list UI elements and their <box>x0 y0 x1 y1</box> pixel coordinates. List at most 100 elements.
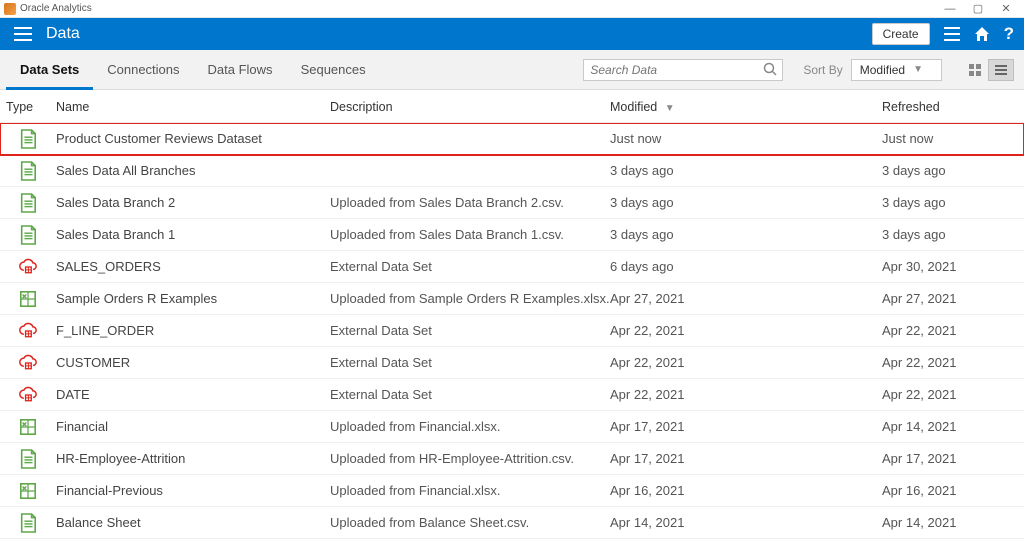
window-maximize-button[interactable]: ▢ <box>964 2 992 15</box>
row-name: Sample Orders R Examples <box>56 291 330 306</box>
row-modified: Apr 22, 2021 <box>610 387 882 402</box>
row-description: External Data Set <box>330 323 610 338</box>
table-row[interactable]: F_LINE_ORDERExternal Data SetApr 22, 202… <box>0 315 1024 347</box>
row-modified: 3 days ago <box>610 163 882 178</box>
row-refreshed: 3 days ago <box>882 227 1016 242</box>
help-icon[interactable]: ? <box>1004 24 1014 44</box>
row-refreshed: Just now <box>882 131 1016 146</box>
column-header-row: Type Name Description Modified ▼ Refresh… <box>0 90 1024 123</box>
csv-file-icon <box>0 449 56 469</box>
csv-file-icon <box>0 129 56 149</box>
ext-file-icon <box>0 353 56 373</box>
table-row[interactable]: HR-Employee-AttritionUploaded from HR-Em… <box>0 443 1024 475</box>
home-icon[interactable] <box>974 26 990 42</box>
table-row[interactable]: Sample Orders R ExamplesUploaded from Sa… <box>0 283 1024 315</box>
column-description[interactable]: Description <box>330 100 610 114</box>
csv-file-icon <box>0 193 56 213</box>
nav-list-icon[interactable] <box>944 27 960 41</box>
chevron-down-icon: ▼ <box>913 64 923 75</box>
row-description: Uploaded from Financial.xlsx. <box>330 419 610 434</box>
row-name: Product Customer Reviews Dataset <box>56 131 330 146</box>
row-refreshed: 3 days ago <box>882 195 1016 210</box>
toolbar: Data SetsConnectionsData FlowsSequences … <box>0 50 1024 90</box>
row-description: Uploaded from Sales Data Branch 2.csv. <box>330 195 610 210</box>
sort-by-value: Modified <box>860 63 905 77</box>
section-title: Data <box>46 25 80 43</box>
app-header: Data Create ? <box>0 18 1024 50</box>
tabs: Data SetsConnectionsData FlowsSequences <box>6 50 380 90</box>
row-description: External Data Set <box>330 387 610 402</box>
list-view-button[interactable] <box>988 59 1014 81</box>
view-toggle <box>962 59 1014 81</box>
column-modified-label: Modified <box>610 100 657 114</box>
tab-sequences[interactable]: Sequences <box>287 50 380 90</box>
row-name: Financial-Previous <box>56 483 330 498</box>
ext-file-icon <box>0 321 56 341</box>
row-name: DATE <box>56 387 330 402</box>
csv-file-icon <box>0 225 56 245</box>
sort-by-label: Sort By <box>803 63 842 77</box>
row-modified: Apr 17, 2021 <box>610 451 882 466</box>
csv-file-icon <box>0 161 56 181</box>
row-modified: 6 days ago <box>610 259 882 274</box>
ext-file-icon <box>0 385 56 405</box>
row-refreshed: Apr 17, 2021 <box>882 451 1016 466</box>
column-refreshed[interactable]: Refreshed <box>882 100 1016 114</box>
table-row[interactable]: Sales Data Branch 2Uploaded from Sales D… <box>0 187 1024 219</box>
row-modified: Apr 27, 2021 <box>610 291 882 306</box>
row-modified: Apr 14, 2021 <box>610 515 882 530</box>
row-modified: 3 days ago <box>610 195 882 210</box>
tab-data-sets[interactable]: Data Sets <box>6 50 93 90</box>
row-name: F_LINE_ORDER <box>56 323 330 338</box>
ext-file-icon <box>0 257 56 277</box>
xlsx-file-icon <box>0 289 56 309</box>
table-row[interactable]: Financial-PreviousUploaded from Financia… <box>0 475 1024 507</box>
table-row[interactable]: SALES_ORDERSExternal Data Set6 days agoA… <box>0 251 1024 283</box>
csv-file-icon <box>0 513 56 533</box>
row-description: External Data Set <box>330 355 610 370</box>
row-refreshed: Apr 16, 2021 <box>882 483 1016 498</box>
row-name: Sales Data Branch 1 <box>56 227 330 242</box>
row-modified: Apr 16, 2021 <box>610 483 882 498</box>
row-description: Uploaded from Sample Orders R Examples.x… <box>330 291 610 306</box>
row-modified: Just now <box>610 131 882 146</box>
table-row[interactable]: DATEExternal Data SetApr 22, 2021Apr 22,… <box>0 379 1024 411</box>
hamburger-menu-icon[interactable] <box>14 27 32 41</box>
grid-view-button[interactable] <box>962 59 988 81</box>
tab-data-flows[interactable]: Data Flows <box>194 50 287 90</box>
table-row[interactable]: Product Customer Reviews Dataset Just now… <box>0 123 1024 155</box>
search-input[interactable] <box>583 59 783 81</box>
row-description: External Data Set <box>330 259 610 274</box>
row-refreshed: Apr 14, 2021 <box>882 419 1016 434</box>
create-button[interactable]: Create <box>872 23 930 45</box>
row-modified: Apr 17, 2021 <box>610 419 882 434</box>
window-minimize-button[interactable]: — <box>936 3 964 15</box>
row-description: Uploaded from Balance Sheet.csv. <box>330 515 610 530</box>
window-titlebar: Oracle Analytics — ▢ ✕ <box>0 0 1024 18</box>
table-row[interactable]: Sales Data All Branches 3 days ago3 days … <box>0 155 1024 187</box>
row-refreshed: 3 days ago <box>882 163 1016 178</box>
row-refreshed: Apr 22, 2021 <box>882 355 1016 370</box>
row-name: Sales Data All Branches <box>56 163 330 178</box>
row-name: HR-Employee-Attrition <box>56 451 330 466</box>
table-row[interactable]: CUSTOMERExternal Data SetApr 22, 2021Apr… <box>0 347 1024 379</box>
row-name: Sales Data Branch 2 <box>56 195 330 210</box>
sort-by-select[interactable]: Modified ▼ <box>851 59 942 81</box>
row-modified: Apr 22, 2021 <box>610 323 882 338</box>
sort-descending-icon: ▼ <box>665 103 675 114</box>
search-field[interactable] <box>583 59 783 81</box>
row-refreshed: Apr 30, 2021 <box>882 259 1016 274</box>
tab-connections[interactable]: Connections <box>93 50 193 90</box>
row-description: Uploaded from HR-Employee-Attrition.csv. <box>330 451 610 466</box>
window-close-button[interactable]: ✕ <box>992 2 1020 15</box>
data-rows[interactable]: Product Customer Reviews Dataset Just now… <box>0 123 1024 546</box>
row-description: Uploaded from Financial.xlsx. <box>330 483 610 498</box>
table-row[interactable]: Balance SheetUploaded from Balance Sheet… <box>0 507 1024 539</box>
row-name: Financial <box>56 419 330 434</box>
column-modified[interactable]: Modified ▼ <box>610 100 882 114</box>
table-row[interactable]: Sales Data Branch 1Uploaded from Sales D… <box>0 219 1024 251</box>
column-name[interactable]: Name <box>56 100 330 114</box>
table-row[interactable]: FinancialUploaded from Financial.xlsx.Ap… <box>0 411 1024 443</box>
column-type[interactable]: Type <box>0 100 56 114</box>
row-name: Balance Sheet <box>56 515 330 530</box>
